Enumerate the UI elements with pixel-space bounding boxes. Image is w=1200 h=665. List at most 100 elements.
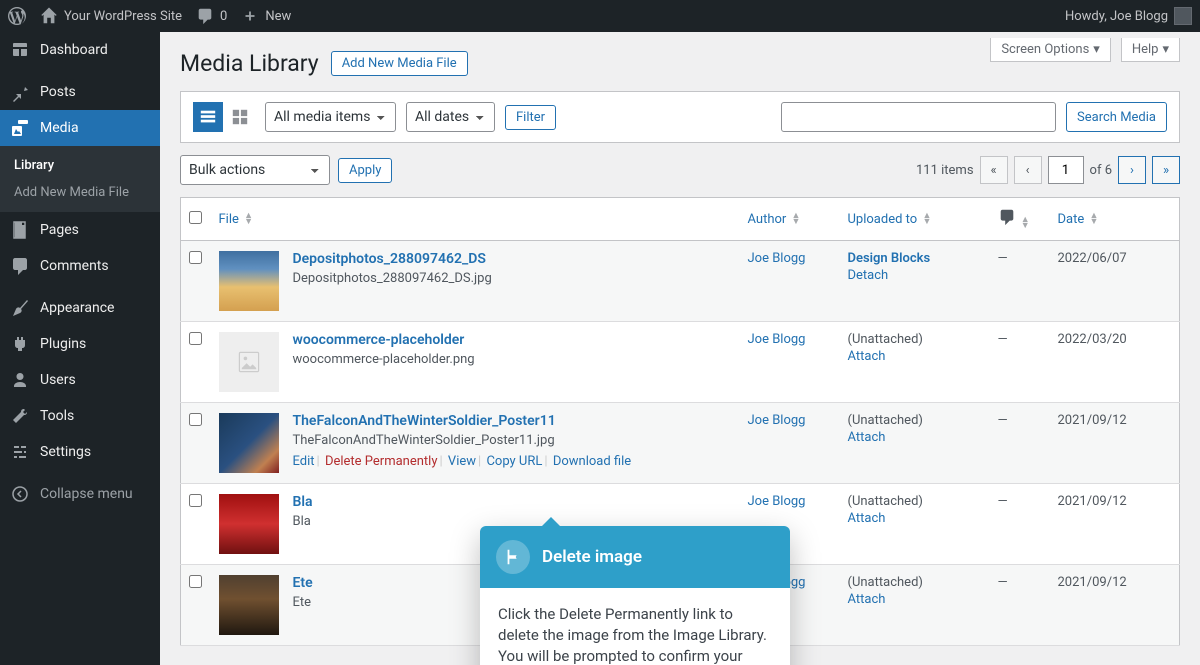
help-button[interactable]: Help ▾ [1121,38,1180,62]
screen-options-button[interactable]: Screen Options ▾ [990,38,1111,62]
howdy-text: Howdy, Joe Blogg [1065,9,1168,24]
comments-cell: — [990,241,1050,322]
file-title[interactable]: Bla [293,494,313,510]
submenu-library[interactable]: Library [0,152,160,179]
attach-link[interactable]: Attach [848,349,982,364]
brush-icon [10,298,30,318]
view-link[interactable]: View [448,454,476,469]
row-checkbox[interactable] [189,251,202,264]
site-name-text: Your WordPress Site [64,9,182,24]
pagination: 111 items « ‹ of 6 › » [916,156,1180,184]
row-checkbox[interactable] [189,413,202,426]
grid-view-button[interactable] [225,102,255,132]
file-name: TheFalconAndTheWinterSoldier_Poster11.jp… [293,433,632,448]
menu-dashboard[interactable]: Dashboard [0,32,160,68]
row-checkbox[interactable] [189,575,202,588]
menu-pages[interactable]: Pages [0,212,160,248]
date-filter[interactable]: All dates [406,102,495,132]
caret-down-icon: ▾ [1162,42,1169,57]
comment-icon [10,256,30,276]
date-cell: 2022/03/20 [1050,322,1180,403]
comments-cell: — [990,484,1050,565]
author-link[interactable]: Joe Blogg [748,494,806,509]
file-name: woocommerce-placeholder.png [293,352,475,367]
admin-sidebar: Dashboard Posts Media Library Add New Me… [0,32,160,665]
comments-cell: — [990,403,1050,484]
thumbnail[interactable] [219,251,279,311]
add-new-media-button[interactable]: Add New Media File [331,51,468,76]
attach-link[interactable]: Attach [848,511,982,526]
main-content: Screen Options ▾ Help ▾ Media Library Ad… [160,32,1200,665]
menu-comments[interactable]: Comments [0,248,160,284]
file-title[interactable]: Depositphotos_288097462_DS [293,251,492,267]
copy-url-link[interactable]: Copy URL [486,454,542,469]
settings-icon [10,442,30,462]
author-link[interactable]: Joe Blogg [748,332,806,347]
menu-users[interactable]: Users [0,362,160,398]
thumbnail[interactable] [219,332,279,392]
uploaded-to-text: (Unattached) [848,494,923,509]
date-cell: 2021/09/12 [1050,484,1180,565]
menu-media[interactable]: Media [0,110,160,146]
menu-posts[interactable]: Posts [0,74,160,110]
menu-appearance[interactable]: Appearance [0,290,160,326]
pages-icon [10,220,30,240]
new-content-link[interactable]: New [241,7,291,25]
submenu-add-new[interactable]: Add New Media File [0,179,160,206]
column-date[interactable]: Date ▲▼ [1050,198,1180,241]
author-link[interactable]: Joe Blogg [748,413,806,428]
last-page-button[interactable]: » [1152,156,1180,184]
file-title[interactable]: TheFalconAndTheWinterSoldier_Poster11 [293,413,632,429]
menu-plugins[interactable]: Plugins [0,326,160,362]
select-all-checkbox[interactable] [189,211,202,224]
thumbnail[interactable] [219,413,279,473]
thumbnail[interactable] [219,494,279,554]
attach-link[interactable]: Attach [848,430,982,445]
first-page-button: « [980,156,1008,184]
comments-cell: — [990,565,1050,646]
edit-link[interactable]: Edit [293,454,315,469]
my-account-link[interactable]: Howdy, Joe Blogg [1065,7,1192,25]
uploaded-to-text: (Unattached) [848,413,923,428]
menu-settings[interactable]: Settings [0,434,160,470]
attach-link[interactable]: Attach [848,592,982,607]
collapse-icon [10,484,30,504]
site-name-link[interactable]: Your WordPress Site [40,7,182,25]
delete-permanently-link[interactable]: Delete Permanently [325,454,438,469]
comment-icon [196,7,214,25]
list-view-button[interactable] [193,102,223,132]
uploaded-to-text: (Unattached) [848,575,923,590]
menu-collapse[interactable]: Collapse menu [0,476,160,512]
detach-link[interactable]: Detach [848,268,982,283]
user-icon [10,370,30,390]
current-page-input[interactable] [1048,156,1084,184]
avatar [1174,7,1192,25]
comments-cell: — [990,322,1050,403]
next-page-button[interactable]: › [1118,156,1146,184]
items-count: 111 items [916,163,974,178]
menu-tools[interactable]: Tools [0,398,160,434]
filter-button[interactable]: Filter [505,105,556,130]
column-author[interactable]: Author ▲▼ [740,198,840,241]
column-comments[interactable]: ▲▼ [990,198,1050,241]
download-file-link[interactable]: Download file [553,454,631,469]
dashboard-icon [10,40,30,60]
uploaded-to-link[interactable]: Design Blocks [848,251,931,266]
apply-button[interactable]: Apply [338,158,392,183]
row-checkbox[interactable] [189,332,202,345]
comments-link[interactable]: 0 [196,7,227,25]
media-type-filter[interactable]: All media items [265,102,396,132]
author-link[interactable]: Joe Blogg [748,251,806,266]
column-file[interactable]: File ▲▼ [211,198,740,241]
file-title[interactable]: Ete [293,575,313,591]
bulk-actions-select[interactable]: Bulk actions [180,155,330,185]
tooltip-body: Click the Delete Permanently link to del… [480,588,790,665]
search-input[interactable] [781,102,1056,132]
caret-down-icon: ▾ [1093,42,1100,57]
wordpress-logo[interactable] [8,7,26,25]
row-checkbox[interactable] [189,494,202,507]
thumbnail[interactable] [219,575,279,635]
search-media-button[interactable]: Search Media [1066,102,1167,132]
column-uploaded-to[interactable]: Uploaded to ▲▼ [840,198,990,241]
file-title[interactable]: woocommerce-placeholder [293,332,475,348]
